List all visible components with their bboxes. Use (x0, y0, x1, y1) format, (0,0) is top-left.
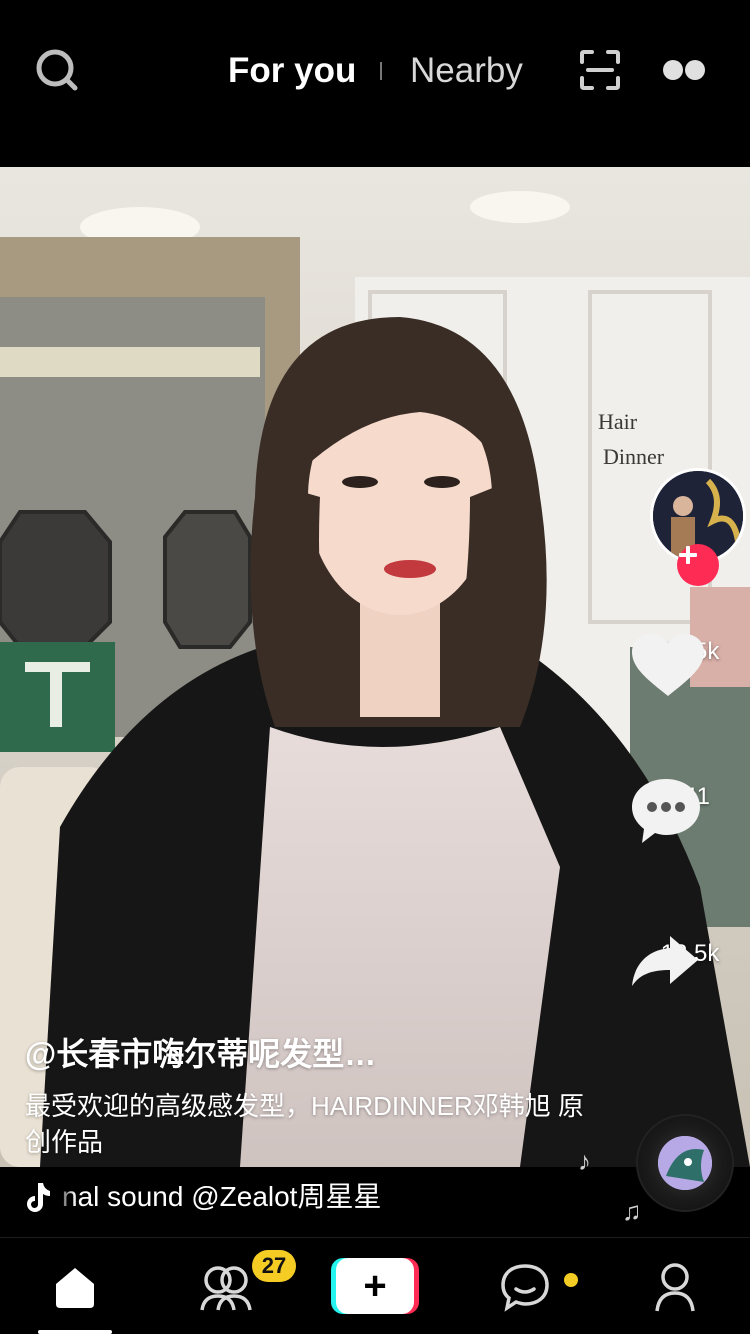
music-fade (52, 1173, 76, 1221)
feed-tabs: For you Nearby (0, 46, 750, 96)
home-icon[interactable] (40, 1252, 110, 1322)
music-title: nal sound @Zealot周星星 (62, 1181, 382, 1212)
create-button[interactable]: + (331, 1258, 419, 1314)
scan-icon[interactable] (574, 44, 626, 96)
share-button[interactable]: 12.5k (630, 934, 750, 986)
disc-artwork (658, 1136, 712, 1190)
sign-text-hair: Hair (598, 409, 638, 434)
top-bar: For you Nearby (0, 0, 750, 167)
friends-icon[interactable] (190, 1252, 260, 1322)
video-description: 最受欢迎的高级感发型，HAIRDINNER邓韩旭 原创作品 (25, 1091, 585, 1157)
video-player[interactable]: Hair Dinner (0, 167, 750, 1167)
tiktok-note-icon (27, 1183, 50, 1212)
bottom-nav: 27 + (0, 1237, 750, 1334)
creator-username[interactable]: @长春市嗨尔蒂呢发型… (25, 1032, 585, 1076)
comment-button[interactable]: 741 (630, 777, 750, 843)
inbox-dot (564, 1273, 578, 1287)
tab-divider (380, 62, 382, 80)
floating-note-icon: ♪ (578, 1146, 591, 1176)
create-plus-icon: + (336, 1258, 414, 1314)
like-button[interactable]: 48.5k (630, 632, 750, 696)
friends-badge: 27 (252, 1250, 296, 1282)
home-tab-indicator (38, 1330, 112, 1334)
share-arrow-icon (632, 936, 698, 986)
plus-icon (679, 546, 697, 564)
profile-icon[interactable] (640, 1252, 710, 1322)
sign-text-dinner: Dinner (603, 444, 665, 469)
heart-icon (632, 634, 704, 696)
music-disc[interactable] (636, 1114, 734, 1212)
video-caption: @长春市嗨尔蒂呢发型… 最受欢迎的高级感发型，HAIRDINNER邓韩旭 原创作… (25, 1032, 585, 1160)
live-dots-icon[interactable] (658, 44, 710, 96)
inbox-icon[interactable] (490, 1252, 560, 1322)
follow-button[interactable] (677, 544, 719, 586)
comment-icon (632, 779, 700, 843)
tab-nearby[interactable]: Nearby (410, 46, 523, 96)
tab-for-you[interactable]: For you (228, 46, 356, 96)
floating-note-icon: ♫ (622, 1196, 642, 1226)
